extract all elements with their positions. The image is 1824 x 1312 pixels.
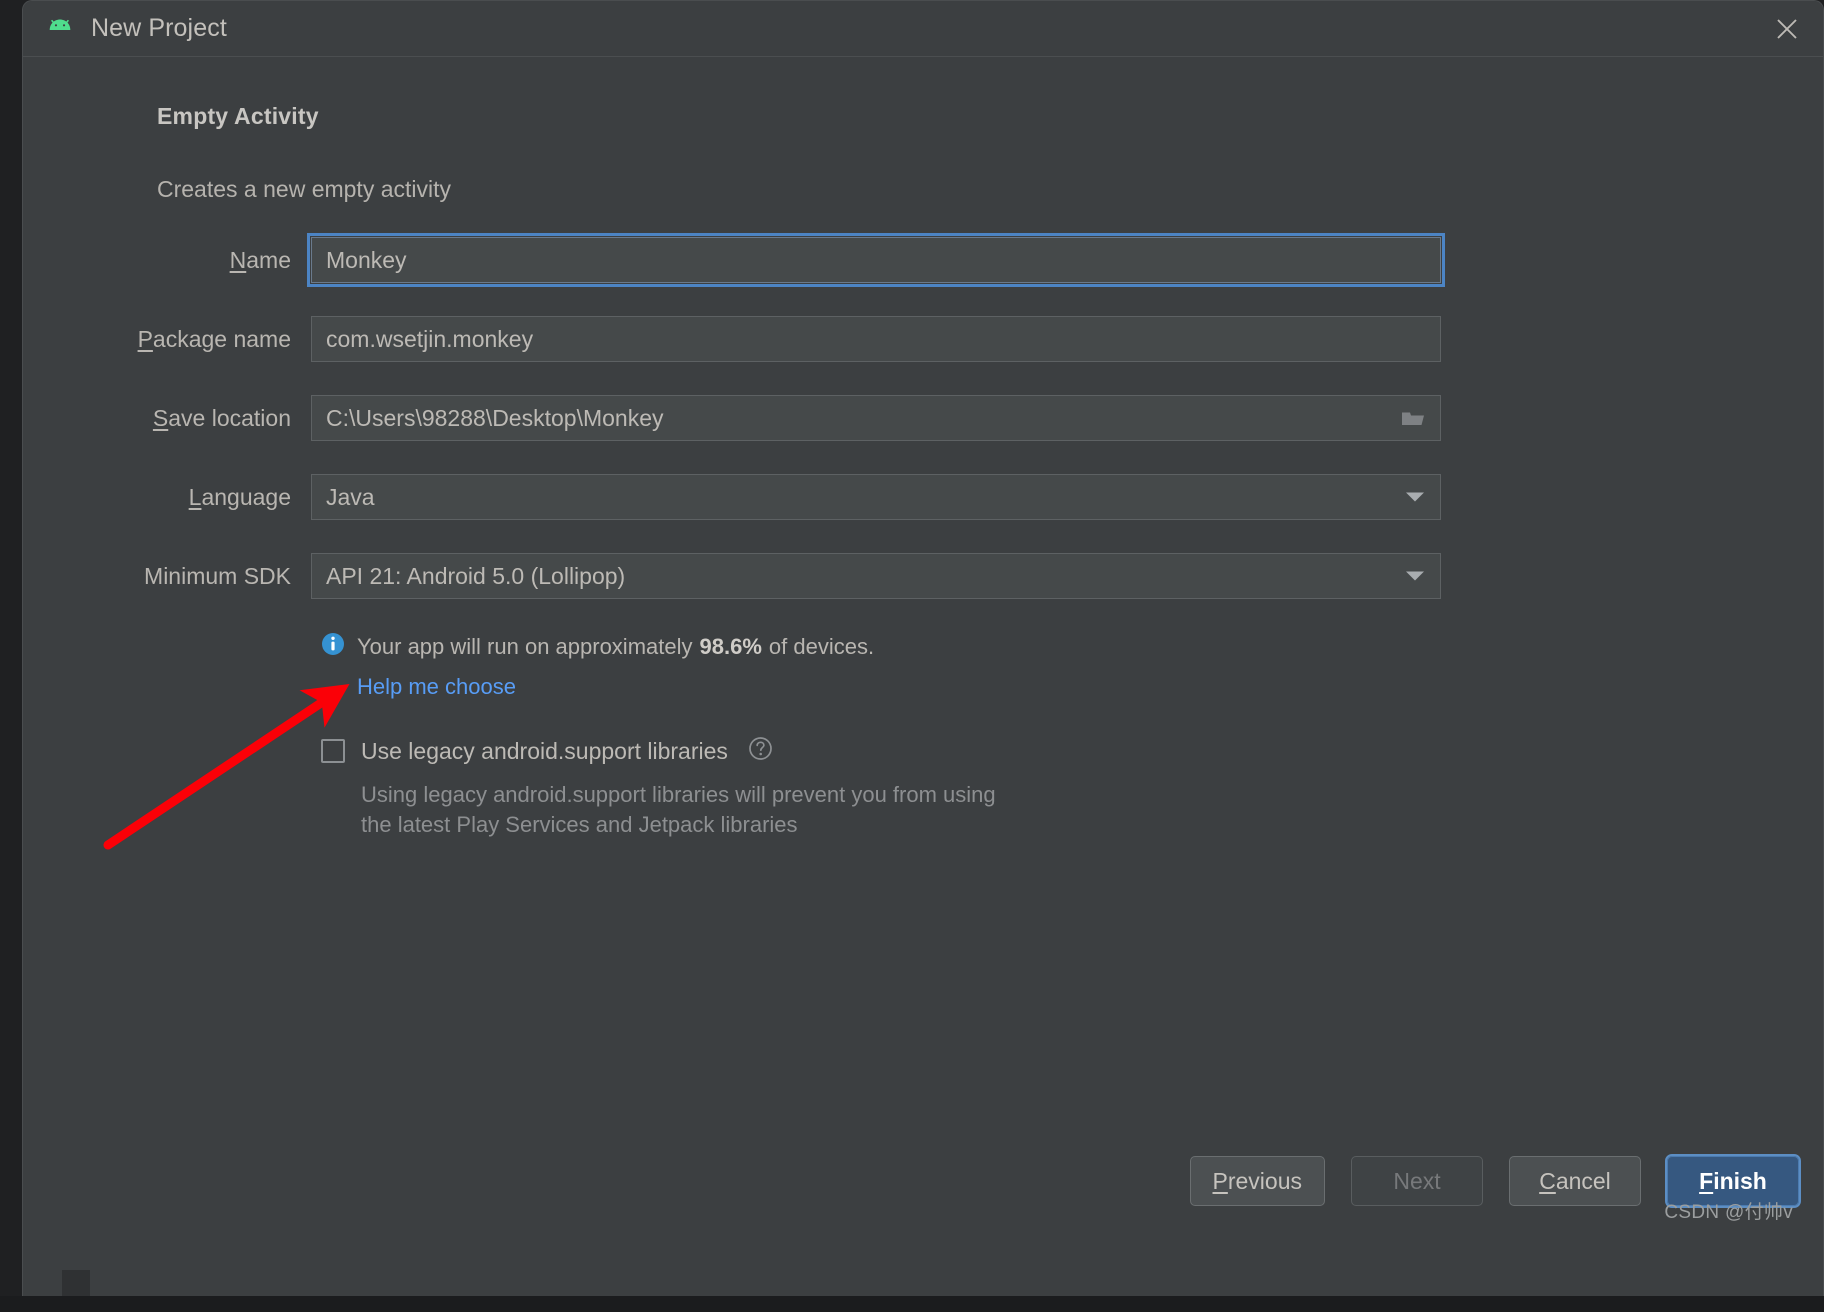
coverage-text-after: of devices. xyxy=(768,634,875,659)
minimum-sdk-select[interactable]: API 21: Android 5.0 (Lollipop) xyxy=(311,553,1441,599)
name-value: Monkey xyxy=(326,246,407,273)
desktop-left-edge xyxy=(0,0,22,1312)
next-button[interactable]: Next xyxy=(1351,1156,1483,1206)
info-icon xyxy=(321,632,357,662)
package-name-input[interactable]: com.wsetjin.monkey xyxy=(311,316,1441,362)
chevron-down-icon[interactable] xyxy=(1406,492,1424,502)
package-name-label: Package name xyxy=(137,325,291,352)
form-row-name: Name Monkey xyxy=(23,233,1823,287)
dialog-body: Empty Activity Creates a new empty activ… xyxy=(23,57,1823,1238)
save-location-input[interactable]: C:\Users\98288\Desktop\Monkey xyxy=(311,395,1441,441)
sdk-info-block: Your app will run on approximately 98.6%… xyxy=(321,632,1823,700)
language-select[interactable]: Java xyxy=(311,474,1441,520)
close-icon[interactable] xyxy=(1751,1,1823,56)
form-row-package-name: Package name com.wsetjin.monkey xyxy=(23,316,1823,362)
page-subtitle: Creates a new empty activity xyxy=(157,176,452,202)
package-name-value: com.wsetjin.monkey xyxy=(326,325,534,352)
dialog-title: New Project xyxy=(91,14,227,42)
screen: New Project Empty Activity Creates a new… xyxy=(0,0,1824,1312)
device-coverage-message: Your app will run on approximately 98.6%… xyxy=(321,632,1823,662)
android-robot-icon xyxy=(45,14,75,44)
chevron-down-icon[interactable] xyxy=(1406,571,1424,581)
dialog-footer: Previous Next Cancel Finish xyxy=(23,1124,1823,1238)
coverage-text-before: Your app will run on approximately xyxy=(357,634,693,659)
taskbar-nub xyxy=(62,1270,90,1296)
form-row-minimum-sdk: Minimum SDK API 21: Android 5.0 (Lollipo… xyxy=(23,553,1823,599)
legacy-libraries-label: Use legacy android.support libraries xyxy=(361,737,728,764)
form-row-save-location: Save location C:\Users\98288\Desktop\Mon… xyxy=(23,395,1823,441)
form-row-language: Language Java xyxy=(23,474,1823,520)
minimum-sdk-label: Minimum SDK xyxy=(144,562,291,589)
legacy-desc-line1: Using legacy android.support libraries w… xyxy=(361,782,996,807)
project-form: Name Monkey Package name com.wsetjin.mon… xyxy=(23,233,1823,599)
minimum-sdk-value: API 21: Android 5.0 (Lollipop) xyxy=(326,562,626,589)
previous-button[interactable]: Previous xyxy=(1189,1156,1325,1206)
help-circle-icon[interactable] xyxy=(728,736,773,766)
legacy-libraries-block: Use legacy android.support libraries Usi… xyxy=(321,736,1823,839)
language-label: Language xyxy=(188,483,291,510)
csdn-watermark: CSDN @付帅v xyxy=(1664,1202,1793,1223)
desktop-bottom-edge xyxy=(0,1296,1824,1312)
legacy-desc-line2: the latest Play Services and Jetpack lib… xyxy=(361,811,798,837)
language-value: Java xyxy=(326,483,375,510)
legacy-checkbox-row[interactable]: Use legacy android.support libraries xyxy=(321,736,1823,766)
name-input[interactable]: Monkey xyxy=(307,233,1445,287)
page-title: Empty Activity xyxy=(157,103,319,129)
legacy-libraries-checkbox[interactable] xyxy=(321,739,345,763)
dialog-titlebar: New Project xyxy=(23,1,1823,57)
name-label: Name xyxy=(229,246,291,273)
save-location-value: C:\Users\98288\Desktop\Monkey xyxy=(326,404,664,431)
coverage-percent: 98.6% xyxy=(699,634,762,659)
help-me-choose-link[interactable]: Help me choose xyxy=(357,674,516,700)
folder-browse-icon[interactable] xyxy=(1394,399,1432,437)
save-location-label: Save location xyxy=(152,404,291,431)
new-project-dialog: New Project Empty Activity Creates a new… xyxy=(22,0,1824,1296)
legacy-libraries-description: Using legacy android.support libraries w… xyxy=(361,780,1061,839)
cancel-button[interactable]: Cancel xyxy=(1509,1156,1641,1206)
